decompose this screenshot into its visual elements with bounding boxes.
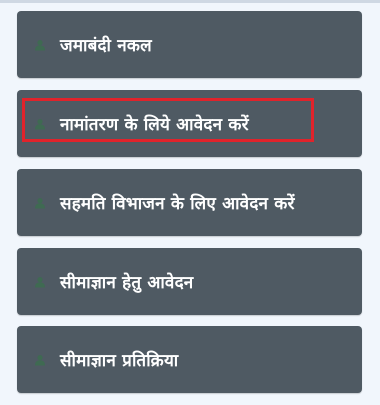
user-icon <box>35 276 45 287</box>
menu-item-label: सीमाज्ञान प्रतिक्रिया <box>60 351 179 371</box>
services-menu-panel: जमाबंदी नकल नामांतरण के लिये आवेदन करें … <box>0 3 380 405</box>
menu-item-label: सहमति विभाजन के लिए आवेदन करें <box>60 194 295 214</box>
user-icon <box>35 39 45 50</box>
menu-item-label: सीमाज्ञान हेतु आवेदन <box>60 273 194 293</box>
user-icon <box>35 354 45 365</box>
menu-item-sahmati-vibhajan-avedan[interactable]: सहमति विभाजन के लिए आवेदन करें <box>17 169 362 236</box>
menu-item-label: नामांतरण के लिये आवेदन करें <box>60 115 249 135</box>
menu-item-namantaran-avedan[interactable]: नामांतरण के लिये आवेदन करें <box>17 90 362 157</box>
menu-item-seemagyan-avedan[interactable]: सीमाज्ञान हेतु आवेदन <box>17 248 362 315</box>
menu-item-jamabandi-nakal[interactable]: जमाबंदी नकल <box>17 11 362 78</box>
user-icon <box>35 197 45 208</box>
user-icon <box>35 118 45 129</box>
menu-item-seemagyan-pratikriya[interactable]: सीमाज्ञान प्रतिक्रिया <box>17 326 362 393</box>
menu-item-label: जमाबंदी नकल <box>60 36 152 56</box>
